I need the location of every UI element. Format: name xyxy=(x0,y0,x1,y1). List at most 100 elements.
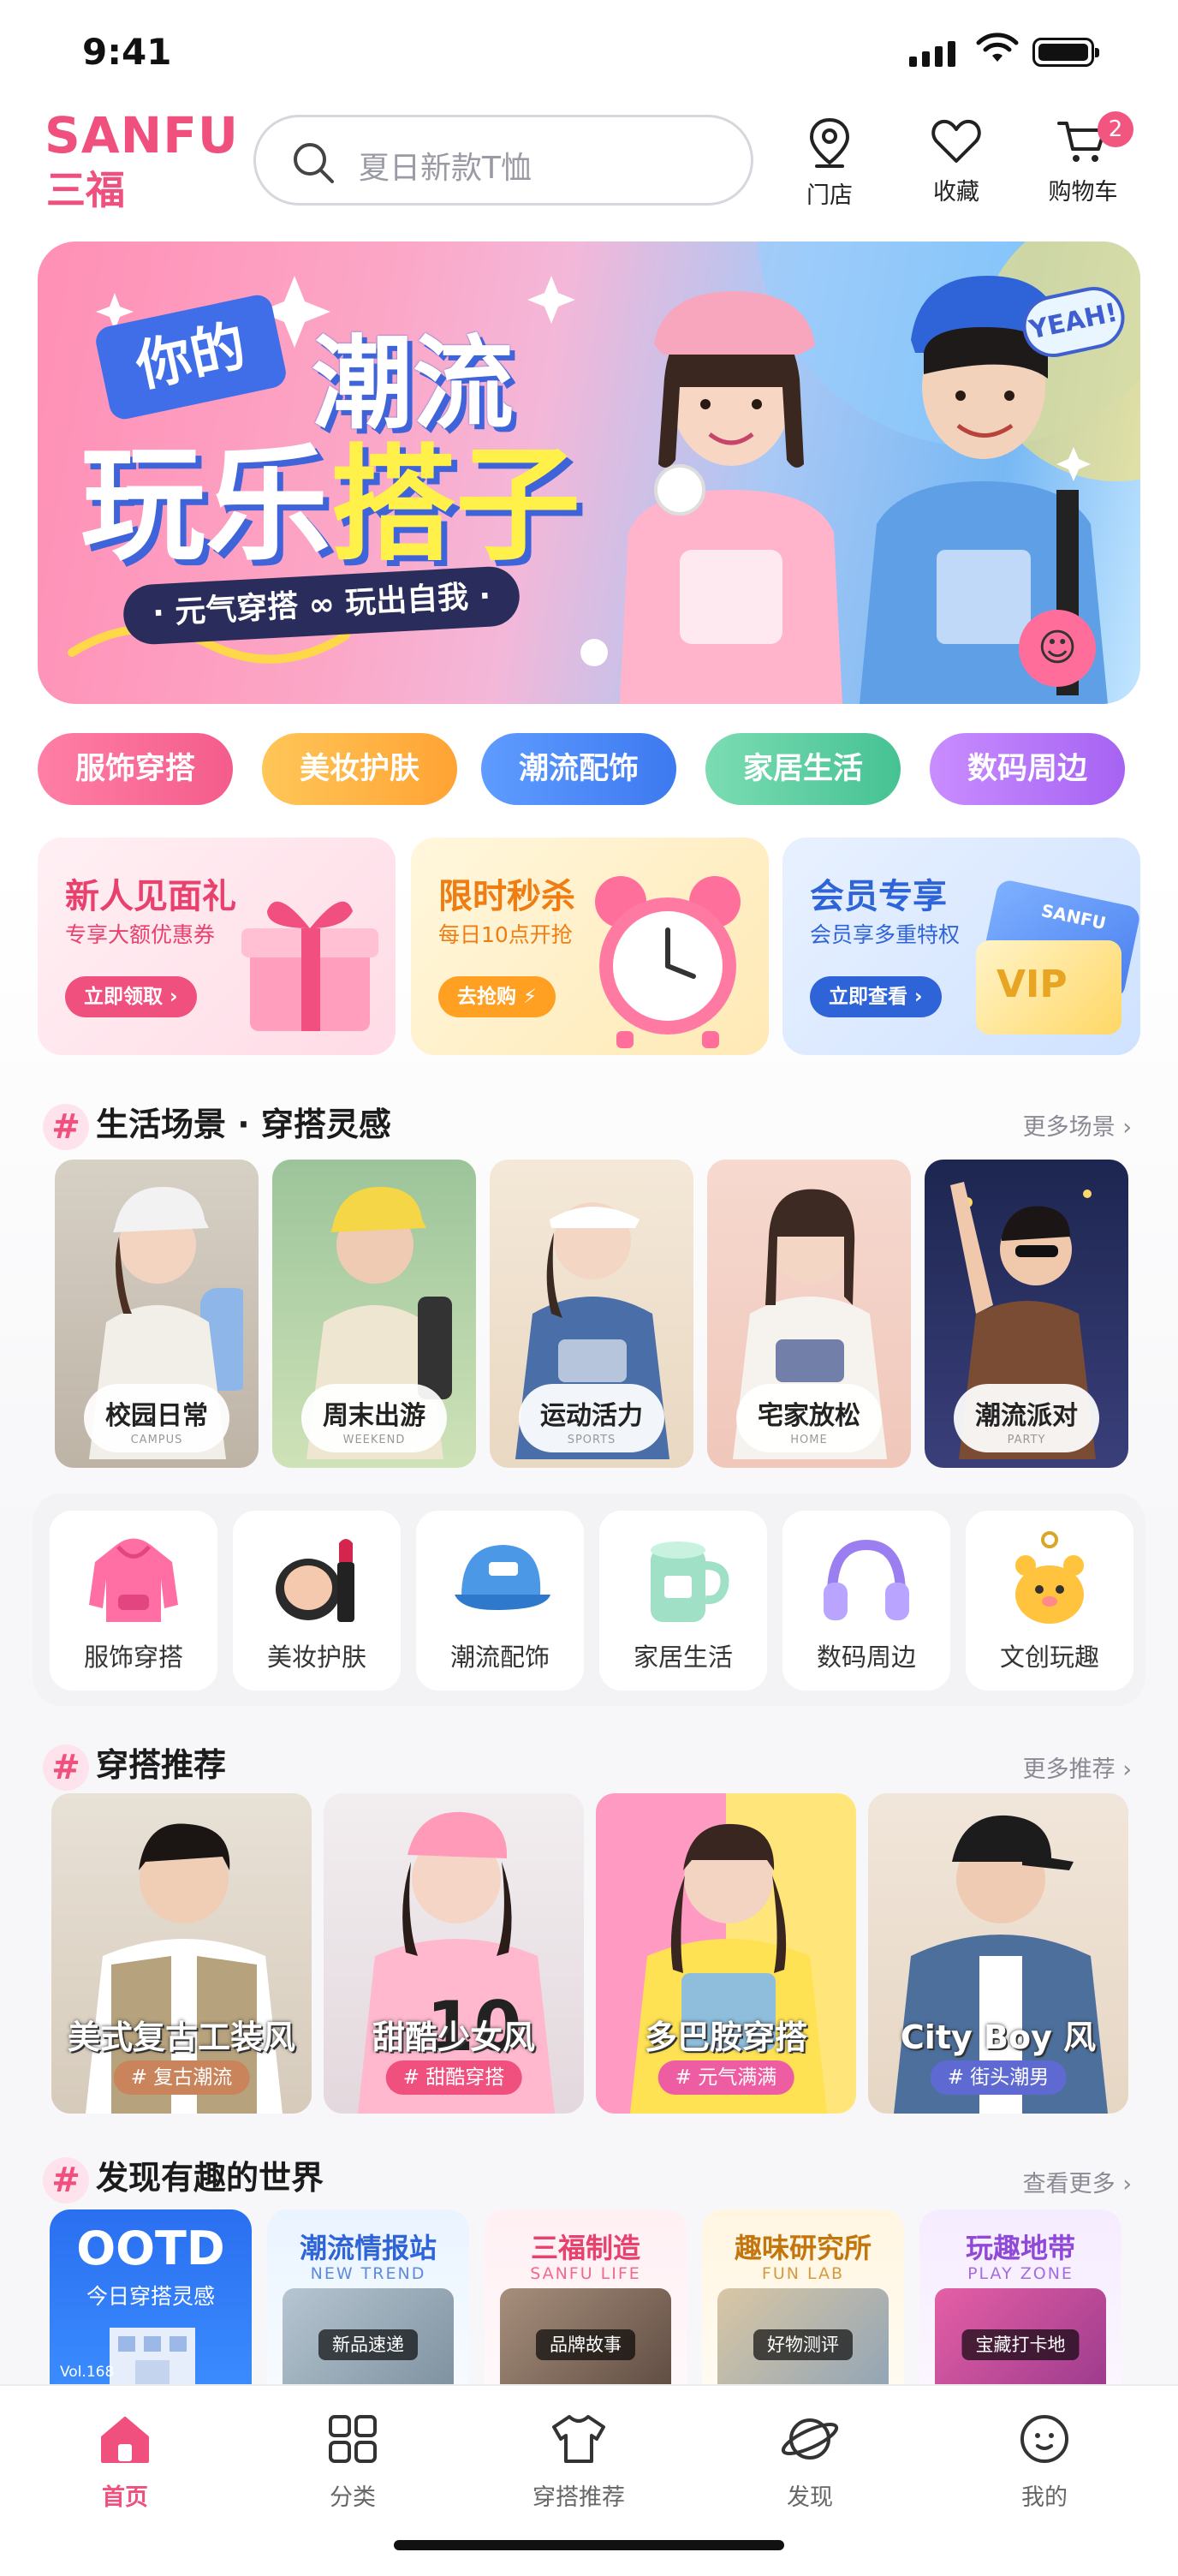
scene-label-weekend: 周末出游 WEEKEND xyxy=(301,1384,447,1452)
scene-label-home: 宅家放松 HOME xyxy=(736,1384,882,1452)
more-discover-link[interactable]: 查看更多 › xyxy=(1023,2165,1132,2198)
scene-card-sports[interactable]: 运动活力 SPORTS xyxy=(490,1160,693,1468)
discover-title: 潮流情报站 xyxy=(299,2232,437,2264)
category-beauty[interactable]: 美妆护肤 xyxy=(233,1511,401,1690)
scene-name: 周末出游 xyxy=(323,1401,425,1431)
promo-newcomer-subtitle: 专享大额优惠券 xyxy=(65,922,216,947)
store-label: 门店 xyxy=(806,182,853,209)
banner-headline-2a: 玩乐 xyxy=(80,432,330,578)
tab-category[interactable]: 分类 xyxy=(276,2412,430,2512)
scene-card-weekend[interactable]: 周末出游 WEEKEND xyxy=(272,1160,476,1468)
chip-beauty[interactable]: 美妆护肤 xyxy=(262,733,457,805)
category-label: 数码周边 xyxy=(816,1643,916,1672)
discover-title: 三福制造 xyxy=(530,2232,640,2264)
category-label: 服饰穿搭 xyxy=(83,1643,183,1672)
status-time: 9:41 xyxy=(82,31,172,73)
tab-outfits[interactable]: 穿搭推荐 xyxy=(502,2412,656,2512)
scene-label-campus: 校园日常 CAMPUS xyxy=(84,1384,229,1452)
alarm-clock-icon xyxy=(595,876,741,1048)
scene-card-campus[interactable]: 校园日常 CAMPUS xyxy=(55,1160,259,1468)
scene-name-en: HOME xyxy=(790,1434,828,1446)
outfits-section-title: # 穿搭推荐 xyxy=(43,1738,226,1791)
more-scenes-link[interactable]: 更多场景 › xyxy=(1023,1108,1132,1142)
scene-name-en: PARTY xyxy=(1007,1434,1046,1446)
chip-digital[interactable]: 数码周边 xyxy=(930,733,1125,805)
store-button[interactable]: 门店 xyxy=(782,116,877,210)
discover-volume: Vol.168 xyxy=(60,2364,115,2381)
grid-icon xyxy=(329,2415,377,2463)
discover-title: 趣味研究所 xyxy=(734,2232,872,2264)
chip-home[interactable]: 家居生活 xyxy=(705,733,901,805)
wifi-icon xyxy=(976,33,1019,62)
banner-girl-figure xyxy=(620,291,842,704)
category-accessories[interactable]: 潮流配饰 xyxy=(416,1511,584,1690)
tab-discover[interactable]: 发现 xyxy=(733,2412,887,2512)
promo-member-button[interactable]: 立即查看 › xyxy=(810,976,942,1017)
discover-card-play-zone[interactable]: 玩趣地带 PLAY ZONE 宝藏打卡地 xyxy=(919,2209,1121,2389)
discover-subtitle: NEW TREND xyxy=(310,2264,426,2283)
tab-home[interactable]: 首页 xyxy=(48,2412,202,2512)
outfit-card-sweet-cool[interactable]: 10 甜酷少女风 # 甜酷穿搭 xyxy=(324,1793,584,2114)
favorites-label: 收藏 xyxy=(933,179,979,206)
promo-newcomer[interactable]: 新人见面礼 专享大额优惠券 立即领取 › xyxy=(38,838,396,1055)
outfit-title: 甜酷少女风 xyxy=(372,2018,535,2056)
discover-title: OOTD xyxy=(76,2221,225,2275)
hash-icon: # xyxy=(43,2156,89,2203)
discover-image: 新品速递 xyxy=(283,2288,454,2389)
discover-card-trend[interactable]: 潮流情报站 NEW TREND 新品速递 xyxy=(267,2209,469,2389)
scene-name: 宅家放松 xyxy=(758,1401,860,1431)
hero-banner[interactable]: 你的 潮流 玩乐搭子 · 元气穿搭 ∞ 玩出自我 · YEAH! ☺ xyxy=(38,242,1140,704)
battery-icon xyxy=(1032,38,1099,67)
discover-image: 好物测评 xyxy=(717,2288,889,2389)
chip-accessories[interactable]: 潮流配饰 xyxy=(481,733,676,805)
store-location-icon xyxy=(809,117,850,168)
discover-caption: 品牌故事 xyxy=(536,2329,635,2360)
plush-toy-icon xyxy=(1015,1531,1084,1624)
tab-profile[interactable]: 我的 xyxy=(967,2412,1121,2512)
promo-member-subtitle: 会员享多重特权 xyxy=(810,922,961,947)
outfit-tag[interactable]: # 元气满满 xyxy=(657,2060,794,2095)
outfit-tag[interactable]: # 复古潮流 xyxy=(113,2060,250,2095)
category-label: 家居生活 xyxy=(633,1643,733,1672)
scene-name-en: SPORTS xyxy=(567,1434,616,1446)
banner-headline-2: 玩乐搭子 xyxy=(80,404,580,585)
outfit-tag[interactable]: # 甜酷穿搭 xyxy=(385,2060,522,2095)
category-creative[interactable]: 文创玩趣 xyxy=(966,1511,1133,1690)
home-indicator[interactable] xyxy=(394,2540,784,2550)
category-digital[interactable]: 数码周边 xyxy=(782,1511,950,1690)
favorites-button[interactable]: 收藏 xyxy=(909,116,1003,206)
face-icon xyxy=(1020,2415,1068,2463)
discover-card-fun-lab[interactable]: 趣味研究所 FUN LAB 好物测评 xyxy=(702,2209,904,2389)
gift-box-icon xyxy=(241,901,378,1031)
category-label: 美妆护肤 xyxy=(266,1643,366,1672)
category-label: 文创玩趣 xyxy=(999,1643,1099,1672)
scene-card-home[interactable]: 宅家放松 HOME xyxy=(707,1160,911,1468)
search-input[interactable]: 夏日新款T恤 xyxy=(253,115,753,206)
chip-apparel[interactable]: 服饰穿搭 xyxy=(38,733,233,805)
category-apparel[interactable]: 服饰穿搭 xyxy=(50,1511,217,1690)
outfit-card-cityboy[interactable]: City Boy 风 # 街头潮男 xyxy=(868,1793,1128,2114)
more-outfits-link[interactable]: 更多推荐 › xyxy=(1023,1750,1132,1784)
promo-flash-sale[interactable]: 限时秒杀 每日10点开抢 去抢购 ⚡ xyxy=(411,838,769,1055)
tab-discover-label: 发现 xyxy=(787,2484,833,2511)
discover-caption: 宝藏打卡地 xyxy=(961,2329,1080,2360)
scenes-section-title: # 生活场景 · 穿搭灵感 xyxy=(43,1098,391,1150)
promo-flash-button[interactable]: 去抢购 ⚡ xyxy=(438,976,556,1017)
discover-card-ootd[interactable]: OOTD 今日穿搭灵感 Vol.168 xyxy=(50,2209,252,2389)
scene-card-party[interactable]: 潮流派对 PARTY xyxy=(925,1160,1128,1468)
outfit-tag[interactable]: # 街头潮男 xyxy=(930,2060,1067,2095)
discover-card-sanfu-made[interactable]: 三福制造 SANFU LIFE 品牌故事 xyxy=(485,2209,687,2389)
brand-logo-en[interactable]: SANFU xyxy=(45,106,239,164)
scene-name: 校园日常 xyxy=(105,1401,208,1431)
app-root: 9:41 SANFU 三福 夏日新款T恤 门店 收藏 购物车 2 你的 潮流 玩… xyxy=(0,0,1178,2576)
promo-newcomer-button[interactable]: 立即领取 › xyxy=(65,976,197,1017)
outfit-title: 多巴胺穿搭 xyxy=(644,2018,807,2056)
promo-member[interactable]: 会员专享 会员享多重特权 立即查看 › SANFU VIP xyxy=(782,838,1140,1055)
outfit-title: City Boy 风 xyxy=(900,2018,1097,2056)
cart-count-badge: 2 xyxy=(1098,111,1133,147)
vip-card-brand: SANFU xyxy=(1039,899,1109,934)
outfit-card-dopamine[interactable]: 多巴胺穿搭 # 元气满满 xyxy=(596,1793,856,2114)
scene-label-party: 潮流派对 PARTY xyxy=(954,1384,1099,1452)
outfit-card-vintage[interactable]: 美式复古工装风 # 复古潮流 xyxy=(51,1793,312,2114)
category-home[interactable]: 家居生活 xyxy=(599,1511,767,1690)
